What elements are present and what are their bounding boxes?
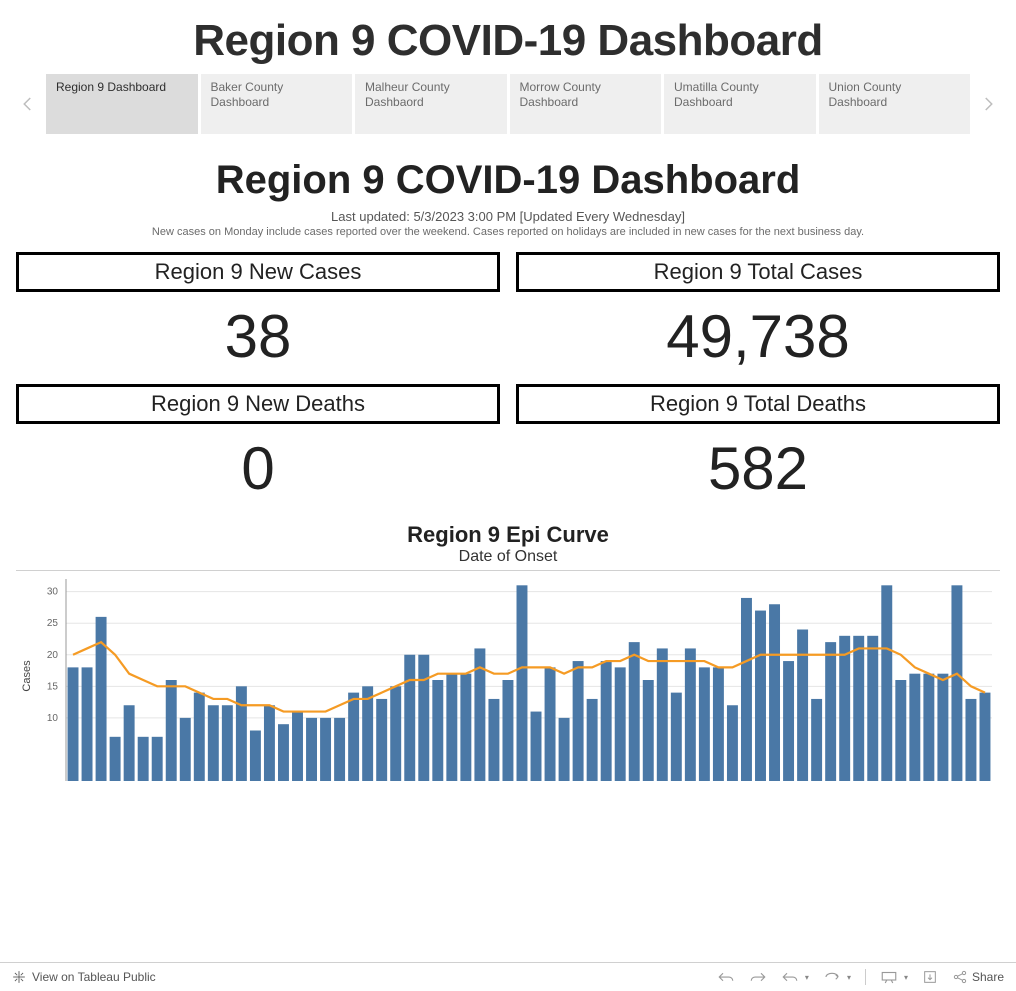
epi-curve-chart[interactable]: 10 15 20 25 30 Cases: [16, 570, 1000, 781]
metric-total-cases: Region 9 Total Cases 49,738: [516, 252, 1000, 384]
download-icon: [922, 969, 938, 985]
metric-label: Region 9 Total Deaths: [516, 384, 1000, 424]
svg-text:30: 30: [47, 587, 59, 598]
metric-value: 38: [16, 292, 500, 384]
share-label: Share: [972, 970, 1004, 984]
refresh-icon: [823, 970, 841, 984]
presentation-button[interactable]: [880, 970, 898, 984]
svg-text:10: 10: [47, 713, 59, 724]
undo-button[interactable]: [717, 970, 735, 984]
tab-malheur-county-dashbaord[interactable]: Malheur County Dashbaord: [355, 74, 507, 134]
last-updated-text: Last updated: 5/3/2023 3:00 PM [Updated …: [0, 209, 1016, 224]
dashboard-title: Region 9 COVID-19 Dashboard: [0, 158, 1016, 203]
replay-icon: [781, 970, 799, 984]
metric-new-deaths: Region 9 New Deaths 0: [16, 384, 500, 516]
metric-label: Region 9 New Cases: [16, 252, 500, 292]
footer-toolbar: View on Tableau Public ▾ ▾ ▾: [0, 962, 1016, 991]
chevron-left-icon: [19, 95, 37, 113]
page-title: Region 9 COVID-19 Dashboard: [0, 16, 1016, 66]
share-icon: [952, 969, 968, 985]
replay-dropdown[interactable]: ▾: [805, 973, 809, 982]
redo-icon: [749, 970, 767, 984]
chevron-right-icon: [979, 95, 997, 113]
tab-prev-arrow[interactable]: [10, 74, 46, 134]
metric-total-deaths: Region 9 Total Deaths 582: [516, 384, 1000, 516]
metric-value: 582: [516, 424, 1000, 516]
notes-text: New cases on Monday include cases report…: [0, 226, 1016, 238]
refresh-button[interactable]: [823, 970, 841, 984]
view-on-tableau-label: View on Tableau Public: [32, 970, 156, 984]
svg-text:25: 25: [47, 618, 59, 629]
presentation-icon: [880, 970, 898, 984]
svg-text:Cases: Cases: [21, 660, 33, 692]
tabstrip: Region 9 DashboardBaker County Dashboard…: [0, 74, 1016, 134]
redo-button[interactable]: [749, 970, 767, 984]
chart-title: Region 9 Epi Curve: [0, 522, 1016, 548]
separator: [865, 969, 866, 985]
tableau-icon: [12, 970, 26, 984]
undo-icon: [717, 970, 735, 984]
tab-next-arrow[interactable]: [970, 74, 1006, 134]
presentation-dropdown[interactable]: ▾: [904, 973, 908, 982]
metric-label: Region 9 Total Cases: [516, 252, 1000, 292]
tab-union-county-dashboard[interactable]: Union County Dashboard: [819, 74, 971, 134]
svg-text:15: 15: [47, 681, 59, 692]
metric-new-cases: Region 9 New Cases 38: [16, 252, 500, 384]
view-on-tableau-link[interactable]: View on Tableau Public: [12, 970, 156, 984]
share-button[interactable]: Share: [952, 969, 1004, 985]
download-button[interactable]: [922, 969, 938, 985]
svg-text:20: 20: [47, 650, 59, 661]
metrics-grid: Region 9 New Cases 38 Region 9 Total Cas…: [0, 252, 1016, 516]
tab-region-9-dashboard[interactable]: Region 9 Dashboard: [46, 74, 198, 134]
metric-value: 49,738: [516, 292, 1000, 384]
replay-button[interactable]: [781, 970, 799, 984]
tab-umatilla-county-dashboard[interactable]: Umatilla County Dashboard: [664, 74, 816, 134]
metric-label: Region 9 New Deaths: [16, 384, 500, 424]
tab-baker-county-dashboard[interactable]: Baker County Dashboard: [201, 74, 353, 134]
metric-value: 0: [16, 424, 500, 516]
tab-morrow-county-dashboard[interactable]: Morrow County Dashboard: [510, 74, 662, 134]
chart-subtitle: Date of Onset: [0, 548, 1016, 566]
refresh-dropdown[interactable]: ▾: [847, 973, 851, 982]
